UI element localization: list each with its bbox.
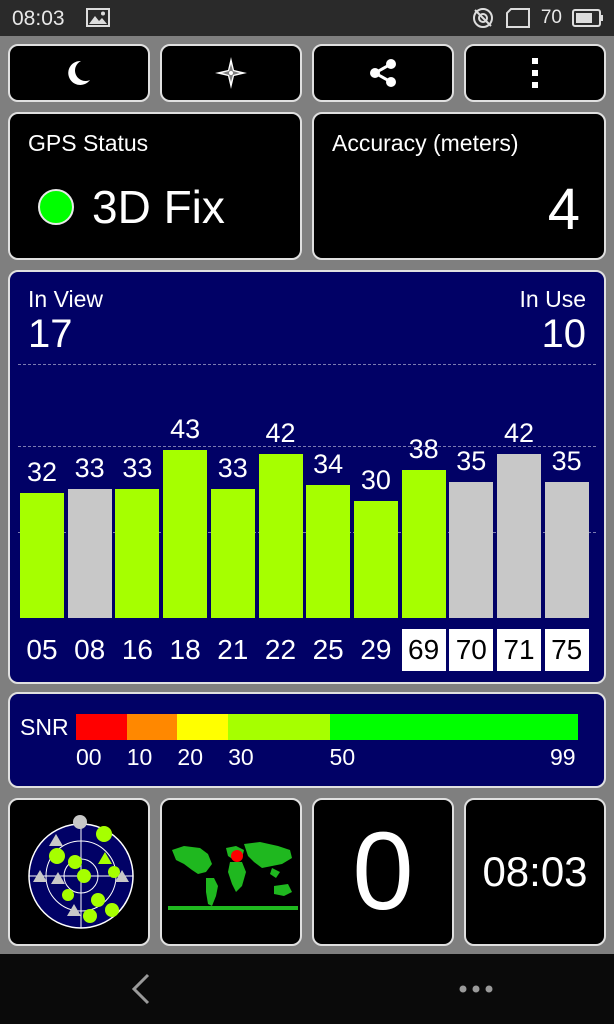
night-mode-icon (68, 60, 90, 85)
sky-radar-button[interactable] (8, 798, 150, 946)
snr-color-segment (76, 714, 127, 740)
prn-label: 05 (26, 634, 58, 665)
fix-indicator (38, 189, 74, 225)
sim-card-icon (505, 8, 530, 28)
snr-value-label: 35 (456, 445, 487, 476)
snr-bar (497, 454, 541, 618)
back-icon[interactable] (128, 972, 152, 1006)
snr-tick-label: 10 (126, 744, 153, 770)
snr-bar (353, 501, 398, 618)
counter-panel[interactable]: 0 (312, 798, 454, 946)
snr-bar (20, 493, 64, 618)
prn-label: 69 (401, 629, 446, 671)
snr-bar (163, 450, 208, 618)
snr-bar (67, 489, 112, 618)
overflow-menu-button[interactable] (464, 44, 606, 102)
snr-value-label: 30 (360, 465, 391, 495)
snr-bar (258, 454, 303, 618)
image-icon (86, 8, 110, 27)
snr-value-label: 33 (122, 453, 153, 484)
snr-tick-label: 50 (329, 744, 356, 770)
counter-value: 0 (352, 810, 414, 933)
snr-tick-label: 00 (76, 744, 102, 770)
sky-radar-icon (28, 815, 134, 929)
prn-label: 22 (264, 634, 297, 665)
snr-tick-label: 30 (228, 744, 254, 770)
status-time: 08:03 (12, 7, 65, 30)
world-map-button[interactable] (160, 798, 302, 946)
snr-bar (115, 489, 160, 618)
snr-bar (401, 469, 446, 618)
snr-bar (449, 481, 494, 618)
snr-color-segment (177, 714, 229, 740)
clock-panel[interactable]: 08:03 (464, 798, 606, 946)
overflow-menu-icon (532, 58, 538, 88)
snr-color-segment (329, 714, 578, 740)
prn-label: 18 (169, 634, 201, 665)
snr-label: SNR (20, 714, 69, 740)
snr-bar (210, 489, 255, 618)
battery-icon (572, 9, 603, 27)
navigation-bar (0, 954, 614, 1024)
snr-value-label: 35 (551, 445, 582, 476)
share-icon (370, 59, 396, 87)
in-view-label: In View (28, 286, 104, 312)
grid-line (18, 364, 596, 365)
compass-icon (215, 57, 247, 89)
snr-tick-label: 20 (177, 744, 203, 770)
status-bar: 08:03 70 (0, 0, 614, 36)
snr-value-label: 33 (217, 453, 248, 484)
prn-label: 70 (449, 629, 494, 671)
app-content: GPS Status 3D Fix Accuracy (meters) 4 In… (0, 36, 614, 954)
gps-status-panel: GPS Status 3D Fix (8, 112, 302, 260)
prn-label: 25 (312, 634, 344, 665)
snr-color-segment (126, 714, 178, 740)
snr-bar (544, 481, 589, 618)
in-use-count: 10 (541, 312, 587, 356)
world-map-icon (168, 842, 298, 910)
more-dots-icon[interactable] (458, 984, 494, 994)
battery-percent: 70 (540, 7, 562, 28)
gps-status-label: GPS Status (28, 130, 149, 156)
in-use-label: In Use (519, 286, 586, 312)
snr-value-label: 42 (265, 418, 296, 449)
in-view-count: 17 (28, 312, 73, 356)
compass-button[interactable] (160, 44, 302, 102)
prn-label: 29 (360, 634, 392, 665)
location-off-icon (472, 8, 493, 28)
clock-value: 08:03 (482, 848, 588, 895)
snr-legend: SNR 00 10 20 30 50 99 (8, 692, 606, 788)
prn-label: 08 (74, 634, 106, 665)
accuracy-label: Accuracy (meters) (332, 130, 519, 156)
prn-label: 71 (497, 629, 541, 671)
prn-label: 21 (217, 634, 249, 665)
satellite-chart: In View 17 In Use 10 32 05 33 08 33 16 43 18 33 2… (8, 270, 606, 684)
status-right: 70 (471, 6, 604, 30)
snr-color-segment (228, 714, 330, 740)
prn-label: 16 (121, 634, 153, 665)
snr-tick-label: 99 (550, 744, 576, 770)
snr-bar (306, 485, 351, 618)
accuracy-value: 4 (547, 177, 580, 242)
prn-label: 75 (544, 629, 589, 671)
accuracy-panel: Accuracy (meters) 4 (312, 112, 606, 260)
gps-status-value: 3D Fix (92, 181, 225, 233)
night-mode-button[interactable] (8, 44, 150, 102)
snr-value-label: 43 (170, 414, 201, 445)
share-button[interactable] (312, 44, 454, 102)
